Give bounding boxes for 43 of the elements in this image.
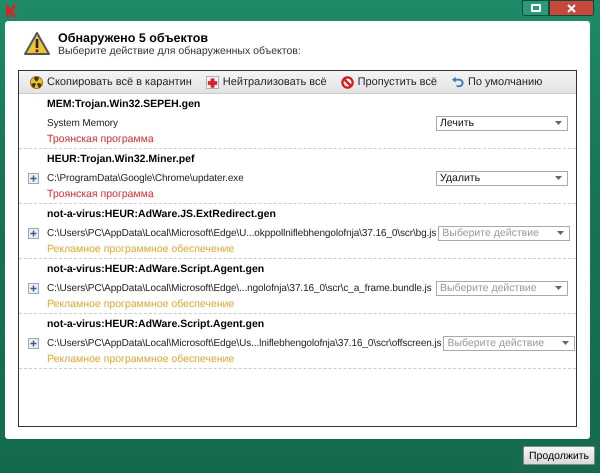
toolbar-button[interactable]: По умолчанию [446,76,548,88]
threat-name: HEUR:Trojan.Win32.Miner.pef [47,153,196,167]
continue-button[interactable]: Продолжить [522,446,595,465]
maximize-icon [530,4,540,12]
maximize-button[interactable] [522,0,549,16]
expand-button[interactable] [28,283,38,294]
threat-category: Рекламное программное обеспечение [47,243,236,255]
radiation-icon [30,76,43,88]
threat-name: not-a-virus:HEUR:AdWare.JS.ExtRedirect.gen [47,208,277,222]
toolbar-button[interactable]: Скопировать всё в карантин [25,76,197,88]
file-path: C:\Users\PC\AppData\Local\Microsoft\Edge\Us...lniflebhengolofnja\37.16_0\scr\offscreen.js [47,338,442,348]
medical-cross-icon [206,76,219,88]
undo-icon [450,76,464,88]
dropdown-arrow-icon [557,231,564,235]
action-dropdown[interactable]: Удалить [436,170,568,186]
toolbar-button[interactable]: Пропустить всё [336,76,442,88]
file-path: C:\ProgramData\Google\Chrome\updater.exe [47,172,244,184]
file-path: C:\Users\PC\AppData\Local\Microsoft\Edge\...ngolofnja\37.16_0\scr\c_a_frame.bundle.js [47,282,432,294]
threat-category: Троянская программа [47,188,155,200]
expand-button[interactable] [28,228,38,239]
logo-icon [5,4,19,18]
dropdown-arrow-icon [555,121,562,125]
warning-icon [24,32,50,56]
threat-name: not-a-virus:HEUR:AdWare.Script.Agent.gen [47,318,266,332]
threat-category: Рекламное программное обеспечение [47,298,236,310]
dialog-subtitle: Выберите действие для обнаруженных объектов: [58,45,301,57]
expand-button[interactable] [28,173,38,184]
expand-button[interactable] [28,338,38,349]
threat-name: MEM:Trojan.Win32.SEPEH.gen [47,98,202,112]
threat-name: not-a-virus:HEUR:AdWare.Script.Agent.gen [47,263,266,277]
dropdown-arrow-icon [555,286,562,290]
dropdown-arrow-icon [555,176,562,180]
prohibited-icon [340,76,354,88]
threat-category: Рекламное программное обеспечение [47,353,236,365]
file-path: System Memory [47,118,118,128]
close-button[interactable] [549,0,594,16]
action-dropdown[interactable]: Лечить [436,116,568,130]
dialog-title: Обнаружено 5 объектов [58,31,210,45]
file-path: C:\Users\PC\AppData\Local\Microsoft\Edge\U...okppollniflebhengolofnja\37.16_0\scr\bg.js [47,228,436,238]
threat-category: Троянская программа [47,133,155,145]
toolbar-button[interactable]: Нейтрализовать всё [200,76,332,88]
close-icon [567,4,576,12]
dropdown-arrow-icon [562,341,570,345]
